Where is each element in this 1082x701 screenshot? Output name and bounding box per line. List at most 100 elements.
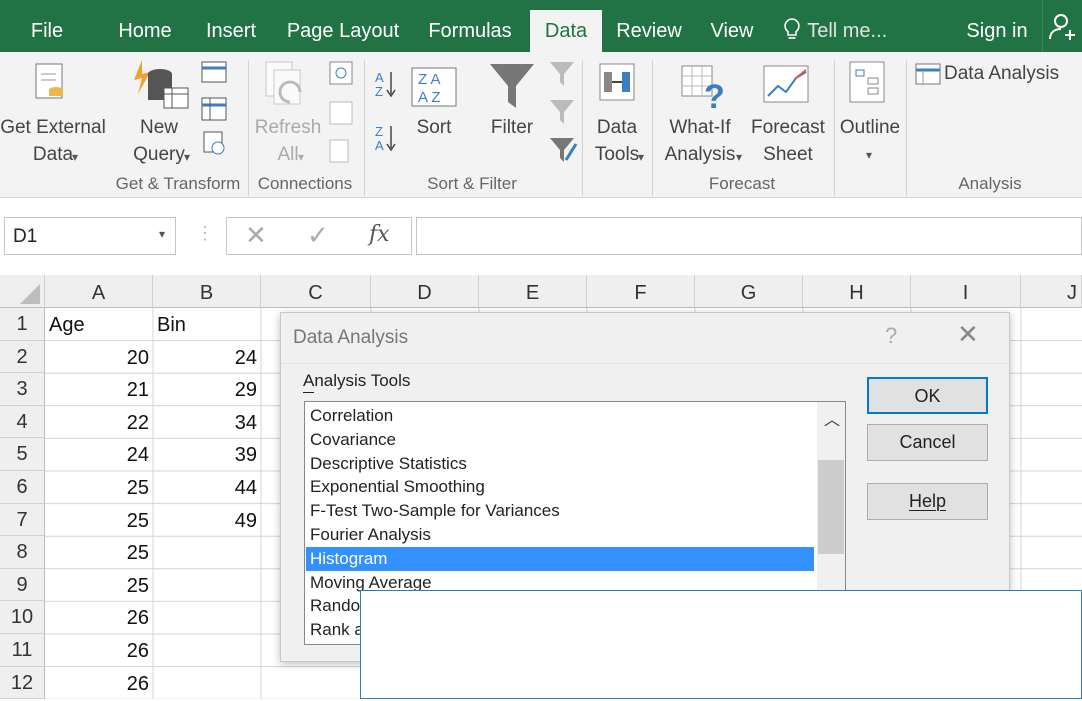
- row-header[interactable]: 8: [0, 536, 45, 569]
- close-icon[interactable]: ✕: [957, 319, 979, 350]
- share-button[interactable]: [1042, 0, 1082, 52]
- cell-a[interactable]: 22: [45, 406, 149, 439]
- cancel-x-icon[interactable]: ✕: [245, 220, 267, 251]
- column-header[interactable]: F: [587, 275, 695, 308]
- cell-a[interactable]: 26: [45, 634, 149, 667]
- cell-b[interactable]: 24: [153, 341, 257, 374]
- row-header[interactable]: 11: [0, 634, 45, 667]
- cell-a[interactable]: 26: [45, 601, 149, 634]
- forecast-sheet-button[interactable]: Forecast Sheet: [746, 114, 830, 168]
- refresh-all-button[interactable]: Refresh All: [250, 114, 326, 168]
- formula-bar-area: D1 ▾ ⋮ ✕ ✓ fx: [0, 199, 1082, 275]
- svg-text:Z: Z: [375, 84, 383, 99]
- column-header[interactable]: I: [911, 275, 1021, 308]
- outline-button[interactable]: Outline: [834, 114, 906, 141]
- analysis-tool-item[interactable]: Rank a: [310, 618, 364, 642]
- sort-button[interactable]: Sort: [404, 114, 464, 141]
- formula-input[interactable]: [416, 217, 1082, 255]
- cell-a[interactable]: 25: [45, 471, 149, 504]
- cell-a[interactable]: Age: [49, 308, 149, 341]
- drag-handle-icon[interactable]: ⋮: [196, 223, 214, 244]
- cell-b[interactable]: [153, 601, 257, 634]
- cell-b[interactable]: [153, 569, 257, 602]
- analysis-tool-item[interactable]: F-Test Two-Sample for Variances: [310, 499, 560, 523]
- cell-a[interactable]: 20: [45, 341, 149, 374]
- cell-b[interactable]: [153, 667, 257, 700]
- dropdown-arrow-icon: ▾: [638, 150, 645, 164]
- row-header[interactable]: 4: [0, 405, 45, 439]
- row-header[interactable]: 7: [0, 503, 45, 537]
- cell-b[interactable]: Bin: [157, 308, 257, 341]
- name-box[interactable]: D1 ▾: [4, 217, 176, 255]
- tab-formulas[interactable]: Formulas: [420, 0, 520, 52]
- data-analysis-button[interactable]: Data Analysis: [944, 60, 1059, 87]
- overlay-panel: [360, 590, 1082, 699]
- cell-b[interactable]: 29: [153, 373, 257, 406]
- analysis-tool-item[interactable]: Exponential Smoothing: [310, 475, 485, 499]
- cell-b[interactable]: 39: [153, 438, 257, 471]
- column-header[interactable]: E: [479, 275, 587, 308]
- column-header[interactable]: B: [153, 275, 261, 308]
- column-header[interactable]: J: [1021, 275, 1082, 308]
- column-header[interactable]: A: [45, 275, 153, 308]
- select-all-corner[interactable]: [0, 275, 45, 308]
- analysis-tool-item[interactable]: Correlation: [310, 404, 393, 428]
- scrollbar-thumb[interactable]: [818, 460, 844, 554]
- get-external-data-button[interactable]: Get External Data: [0, 114, 106, 168]
- cell-a[interactable]: 24: [45, 438, 149, 471]
- tab-data[interactable]: Data: [530, 10, 602, 52]
- cell-a[interactable]: 26: [45, 667, 149, 700]
- tab-page-layout[interactable]: Page Layout: [280, 0, 406, 52]
- analysis-tools-label: Analysis Tools: [303, 371, 411, 390]
- cell-b[interactable]: [153, 634, 257, 667]
- analysis-tool-item[interactable]: Covariance: [310, 428, 396, 452]
- cell-b[interactable]: [153, 536, 257, 569]
- analysis-tool-item[interactable]: Rando: [310, 594, 360, 618]
- tab-view[interactable]: View: [700, 0, 764, 52]
- cell-a[interactable]: 25: [45, 569, 149, 602]
- column-header[interactable]: H: [803, 275, 911, 308]
- cell-a[interactable]: 25: [45, 536, 149, 569]
- dropdown-arrow-icon: ▾: [298, 150, 305, 164]
- analysis-tool-item[interactable]: Fourier Analysis: [310, 523, 431, 547]
- row-header[interactable]: 5: [0, 438, 45, 471]
- row-header[interactable]: 6: [0, 471, 45, 504]
- chevron-down-icon[interactable]: ▾: [159, 227, 165, 241]
- sort-dialog-icon: Z AA Z: [411, 67, 457, 107]
- sign-in-link[interactable]: Sign in: [956, 0, 1038, 52]
- scroll-up-chevron-icon[interactable]: ︿: [824, 406, 840, 430]
- table-clock-icon: [201, 97, 227, 155]
- row-header[interactable]: 2: [0, 340, 45, 374]
- tab-review[interactable]: Review: [610, 0, 688, 52]
- analysis-tool-item[interactable]: Descriptive Statistics: [310, 452, 467, 476]
- tab-file[interactable]: File: [20, 0, 74, 52]
- enter-check-icon[interactable]: ✓: [307, 220, 329, 251]
- tell-me-box[interactable]: Tell me...: [782, 0, 912, 52]
- cell-a[interactable]: 25: [45, 504, 149, 537]
- row-header[interactable]: 3: [0, 373, 45, 406]
- title-divider: [281, 363, 1009, 364]
- cancel-button[interactable]: Cancel: [867, 424, 988, 461]
- row-header[interactable]: 12: [0, 666, 45, 700]
- column-header[interactable]: D: [371, 275, 479, 308]
- what-if-analysis-button[interactable]: What-If Analysis: [654, 114, 746, 168]
- help-question-icon[interactable]: ?: [885, 323, 897, 349]
- cell-b[interactable]: 44: [153, 471, 257, 504]
- cell-a[interactable]: 21: [45, 373, 149, 406]
- row-header[interactable]: 9: [0, 568, 45, 602]
- analysis-tool-item-selected[interactable]: Histogram: [306, 546, 814, 571]
- column-header[interactable]: G: [695, 275, 803, 308]
- row-header[interactable]: 1: [0, 308, 45, 341]
- column-header[interactable]: C: [261, 275, 371, 308]
- ok-button[interactable]: OK: [867, 377, 988, 414]
- filter-button[interactable]: Filter: [480, 114, 544, 141]
- insert-function-icon[interactable]: fx: [369, 222, 390, 247]
- dialog-title: Data Analysis: [293, 327, 409, 348]
- tab-home[interactable]: Home: [108, 0, 182, 52]
- tab-insert[interactable]: Insert: [196, 0, 266, 52]
- row-header[interactable]: 10: [0, 601, 45, 634]
- help-button[interactable]: Help: [867, 483, 988, 520]
- group-divider: [582, 60, 583, 196]
- cell-b[interactable]: 49: [153, 504, 257, 537]
- cell-b[interactable]: 34: [153, 406, 257, 439]
